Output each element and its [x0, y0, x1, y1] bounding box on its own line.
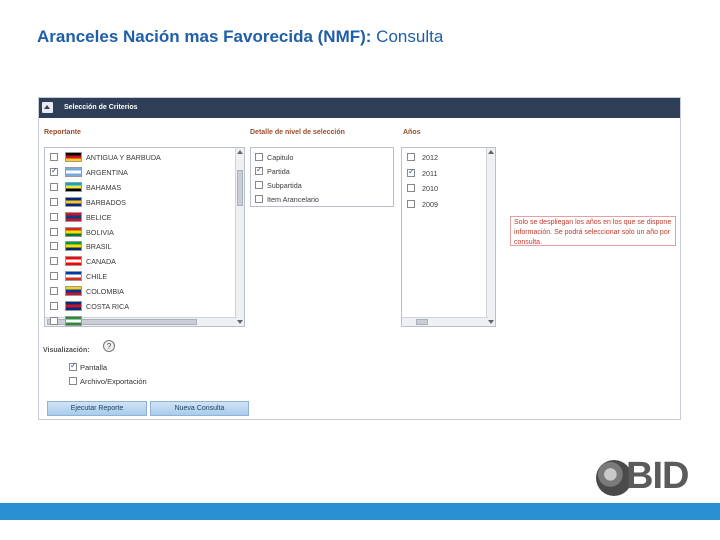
reportante-item-item[interactable] [45, 314, 244, 326]
reportante-item-bolivia[interactable]: BOLIVIA [45, 225, 244, 239]
reportante-item-label: CHILE [86, 272, 108, 282]
detalle-item-label: Capitulo [267, 153, 294, 162]
reportante-item-label: ANTIGUA Y BARBUDA [86, 153, 161, 162]
flag-icon [65, 301, 82, 311]
anios-hscroll[interactable] [402, 317, 488, 326]
flag-icon [65, 241, 82, 252]
anio-checkbox[interactable] [407, 153, 415, 161]
footer-bar [0, 503, 720, 520]
flag-icon [65, 211, 82, 222]
bid-logo: BID [596, 455, 704, 499]
flag-icon [65, 286, 82, 297]
reportante-item-canada[interactable]: CANADA [45, 254, 244, 268]
reportante-checkbox[interactable] [50, 242, 58, 251]
reportante-checkbox[interactable] [50, 287, 58, 296]
flag-icon [65, 152, 82, 162]
anios-list[interactable]: 2012 2011 2010 2009 [401, 147, 496, 327]
anio-checkbox[interactable] [407, 167, 415, 177]
anio-item-label: 2010 [422, 184, 438, 193]
reportante-checkbox[interactable] [50, 227, 58, 236]
detalle-item-subpartida[interactable]: Subpartida [251, 178, 393, 192]
detalle-item-capitulo[interactable]: Capitulo [251, 150, 393, 164]
slide-title: Aranceles Nación mas Favorecida (NMF): C… [37, 27, 443, 47]
reportante-label: Reportante [44, 129, 81, 136]
reportante-item-chile[interactable]: CHILE [45, 269, 244, 283]
reportante-item-label: CANADA [86, 257, 116, 267]
detalle-item-label: Item Arancelario [267, 195, 319, 204]
anio-item-label: 2012 [422, 153, 438, 162]
scroll-down-icon[interactable] [488, 320, 494, 324]
anio-checkbox[interactable] [407, 184, 415, 192]
reportante-item-label: ARGENTINA [86, 167, 128, 177]
detalle-checkbox[interactable] [255, 165, 263, 175]
reportante-checkbox[interactable] [50, 316, 58, 325]
reportante-checkbox[interactable] [50, 257, 58, 266]
reportante-checkbox[interactable] [50, 153, 58, 161]
pantalla-label: Pantalla [80, 363, 108, 372]
anio-item-label: 2011 [422, 168, 438, 178]
flag-icon [65, 271, 82, 282]
pantalla-checkbox[interactable] [69, 361, 77, 371]
reportante-checkbox[interactable] [50, 182, 58, 191]
new-query-button[interactable]: Nueva Consulta [150, 401, 249, 416]
anio-item-2009[interactable]: 2009 [402, 197, 495, 211]
reportante-item-brasil[interactable]: BRASIL [45, 239, 244, 253]
reportante-checkbox[interactable] [50, 212, 58, 221]
flag-icon [65, 166, 82, 177]
detalle-item-partida[interactable]: Partida [251, 164, 393, 178]
detalle-checkbox[interactable] [255, 195, 263, 203]
slide-title-regular: Consulta [371, 27, 444, 46]
reportante-item-label: BRASIL [86, 242, 112, 252]
slide-title-bold: Aranceles Nación mas Favorecida (NMF): [37, 27, 372, 46]
reportante-checkbox[interactable] [50, 302, 58, 310]
anio-item-label: 2009 [422, 199, 438, 209]
help-icon[interactable]: ? [103, 340, 115, 352]
reportante-item-barbados[interactable]: BARBADOS [45, 195, 244, 209]
criteria-panel: Selección de Criterios Reportante Detall… [38, 97, 681, 420]
detalle-label: Detalle de nivel de selección [250, 129, 345, 136]
reportante-checkbox[interactable] [50, 272, 58, 281]
reportante-item-label: COSTA RICA [86, 302, 129, 311]
anio-item-2011[interactable]: 2011 [402, 166, 495, 180]
archivo-checkbox[interactable] [69, 377, 77, 385]
flag-icon [65, 181, 82, 192]
detalle-list[interactable]: Capitulo Partida Subpartida Item Arancelari… [250, 147, 394, 207]
anio-item-2010[interactable]: 2010 [402, 181, 495, 195]
reportante-item-label: COLOMBIA [86, 287, 124, 297]
reportante-item-label: BARBADOS [86, 197, 126, 207]
detalle-item-label: Partida [267, 167, 290, 176]
reportante-item-label: BOLIVIA [86, 227, 114, 237]
reportante-item-label: BELICE [86, 212, 112, 222]
flag-icon [65, 196, 82, 207]
reportante-list[interactable]: ANTIGUA Y BARBUDA ARGENTINA BAHAMAS BARBADO… [44, 147, 245, 327]
flag-icon [65, 226, 82, 237]
flag-icon [65, 315, 82, 326]
collapse-icon[interactable] [42, 102, 53, 113]
reportante-item-label: BAHAMAS [86, 182, 122, 192]
panel-header: Selección de Criterios [39, 98, 680, 118]
detalle-item-label: Subpartida [267, 181, 302, 190]
reportante-checkbox[interactable] [50, 197, 58, 206]
reportante-item-costa-rica[interactable]: COSTA RICA [45, 299, 244, 313]
detalle-item-item-arancelario[interactable]: Item Arancelario [251, 192, 393, 206]
anio-item-2012[interactable]: 2012 [402, 150, 495, 164]
reportante-checkbox[interactable] [50, 166, 58, 176]
reportante-item-antigua-y-barbuda[interactable]: ANTIGUA Y BARBUDA [45, 150, 244, 164]
archivo-label: Archivo/Exportación [80, 377, 147, 386]
reportante-item-argentina[interactable]: ARGENTINA [45, 165, 244, 179]
anios-label: Años [403, 129, 421, 136]
reportante-item-colombia[interactable]: COLOMBIA [45, 284, 244, 298]
execute-report-button[interactable]: Ejecutar Reporte [47, 401, 147, 416]
year-note: Solo se despliegan los años en los que s… [510, 216, 676, 246]
detalle-checkbox[interactable] [255, 153, 263, 161]
reportante-item-bahamas[interactable]: BAHAMAS [45, 180, 244, 194]
flag-icon [65, 256, 82, 267]
detalle-checkbox[interactable] [255, 181, 263, 189]
visualizacion-label: Visualización: [43, 347, 90, 354]
scroll-thumb[interactable] [416, 319, 428, 325]
bid-logo-text: BID [626, 455, 689, 497]
panel-title: Selección de Criterios [64, 104, 138, 111]
anio-checkbox[interactable] [407, 199, 415, 208]
reportante-item-belice[interactable]: BELICE [45, 210, 244, 224]
